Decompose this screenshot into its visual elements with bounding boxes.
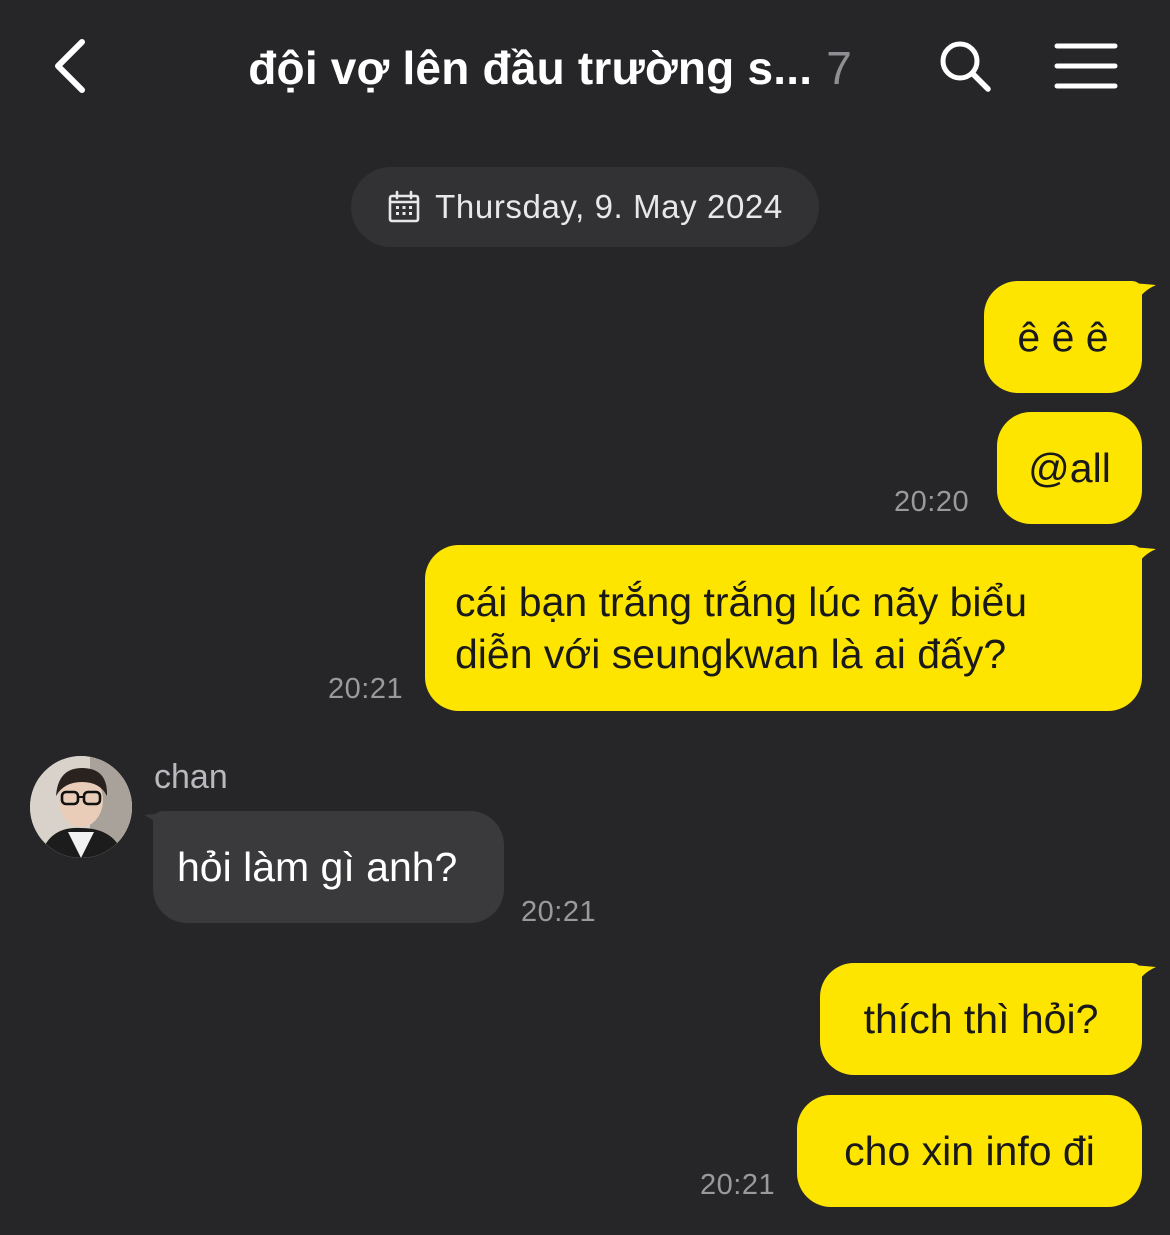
date-divider: Thursday, 9. May 2024 bbox=[351, 167, 819, 247]
menu-button[interactable] bbox=[1048, 30, 1124, 102]
hamburger-menu-icon bbox=[1054, 43, 1118, 89]
message-timestamp: 20:21 bbox=[328, 673, 404, 705]
message-bubble-sent[interactable]: thích thì hỏi? bbox=[820, 963, 1142, 1075]
message-timestamp: 20:21 bbox=[700, 1169, 776, 1201]
sender-name: chan bbox=[154, 758, 228, 796]
message-text: hỏi làm gì anh? bbox=[177, 844, 458, 890]
message-bubble-sent[interactable]: @all bbox=[997, 412, 1142, 524]
avatar-photo bbox=[30, 756, 132, 858]
message-bubble-received[interactable]: hỏi làm gì anh? bbox=[153, 811, 504, 923]
date-divider-text: Thursday, 9. May 2024 bbox=[435, 188, 783, 225]
message-bubble-sent[interactable]: ê ê ê bbox=[984, 281, 1142, 393]
message-text: cái bạn trắng trắng lúc nãy biểu diễn vớ… bbox=[455, 579, 1028, 677]
message-text: @all bbox=[1028, 445, 1111, 491]
message-text: thích thì hỏi? bbox=[863, 996, 1099, 1042]
calendar-icon bbox=[388, 190, 420, 223]
search-icon bbox=[940, 41, 991, 92]
back-button[interactable] bbox=[40, 30, 100, 102]
chat-title-text: đội vợ lên đầu trường s... bbox=[248, 42, 813, 94]
chevron-left-icon bbox=[55, 39, 85, 93]
search-button[interactable] bbox=[930, 30, 1000, 102]
message-bubble-sent[interactable]: cái bạn trắng trắng lúc nãy biểu diễn vớ… bbox=[425, 545, 1142, 711]
message-timestamp: 20:20 bbox=[894, 486, 970, 518]
member-count: 7 bbox=[826, 42, 852, 94]
message-text: ê ê ê bbox=[1017, 314, 1109, 360]
avatar[interactable] bbox=[30, 756, 132, 858]
message-timestamp: 20:21 bbox=[521, 896, 597, 928]
message-text: cho xin info đi bbox=[844, 1128, 1095, 1174]
message-bubble-sent[interactable]: cho xin info đi bbox=[797, 1095, 1142, 1207]
chat-title[interactable]: đội vợ lên đầu trường s... 7 bbox=[180, 36, 920, 100]
